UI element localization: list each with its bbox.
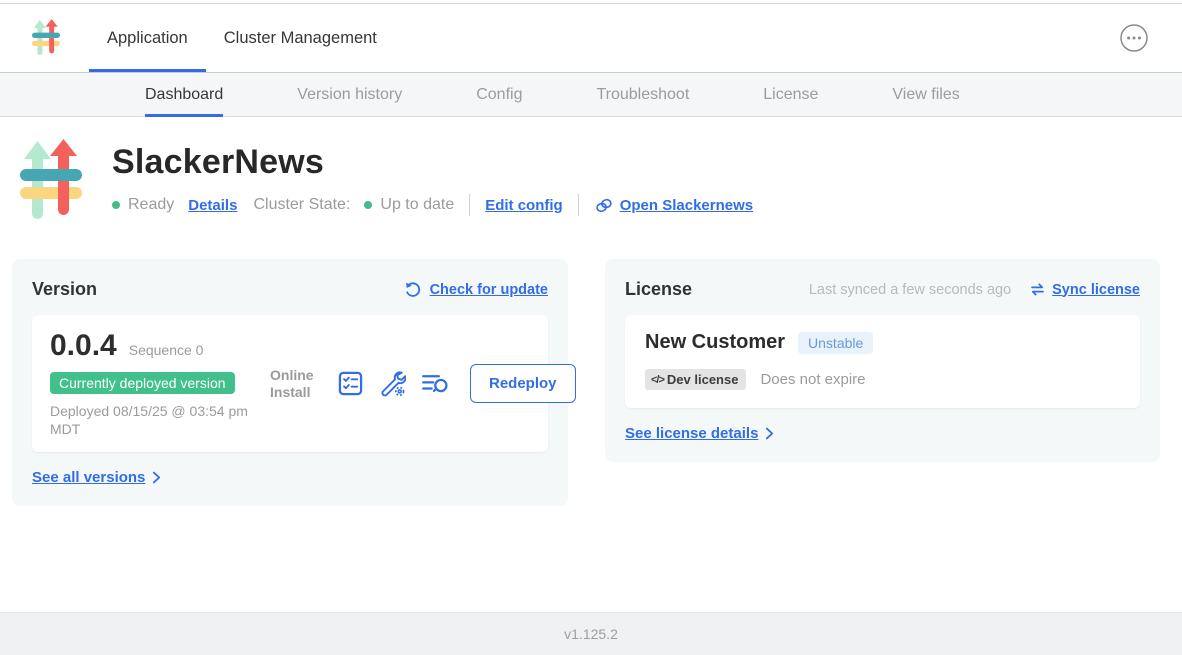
preflight-checks-button[interactable] xyxy=(337,370,364,397)
cluster-state-label: Cluster State: xyxy=(253,196,350,214)
deployed-status-badge: Currently deployed version xyxy=(50,372,235,394)
tab-application[interactable]: Application xyxy=(89,4,206,72)
license-type-badge: </> Dev license xyxy=(645,369,746,390)
license-details-panel: New Customer Unstable </> Dev license Do… xyxy=(625,315,1140,408)
subnav-item-config[interactable]: Config xyxy=(476,73,522,116)
nav-logo[interactable] xyxy=(32,4,60,72)
sync-license-link[interactable]: Sync license xyxy=(1029,281,1140,298)
admin-console-screen: Application Cluster Management Dashboard… xyxy=(0,0,1182,655)
license-type-label: Dev license xyxy=(667,372,739,387)
subnav-item-version-history[interactable]: Version history xyxy=(297,73,402,116)
divider xyxy=(578,194,579,216)
chevron-right-icon xyxy=(765,427,774,440)
tab-cluster-management[interactable]: Cluster Management xyxy=(206,4,395,72)
see-all-versions-label: See all versions xyxy=(32,469,145,486)
customer-name: New Customer xyxy=(645,331,785,354)
subnav-item-dashboard[interactable]: Dashboard xyxy=(145,73,223,116)
see-all-versions-link[interactable]: See all versions xyxy=(32,469,548,486)
redeploy-button[interactable]: Redeploy xyxy=(470,364,576,403)
config-wrench-icon xyxy=(379,370,406,397)
subnav-dashboard-label: Dashboard xyxy=(145,86,223,104)
slackernews-logo-icon xyxy=(32,19,60,57)
install-type-label: Online Install xyxy=(270,367,322,401)
chevron-right-icon xyxy=(152,471,161,484)
page-title: SlackerNews xyxy=(112,143,753,182)
license-card: License Last synced a few seconds ago Sy… xyxy=(605,259,1160,462)
tab-cluster-management-label: Cluster Management xyxy=(224,29,377,48)
subnav-troubleshoot-label: Troubleshoot xyxy=(596,86,689,104)
divider xyxy=(469,194,470,216)
edit-config-button[interactable] xyxy=(379,370,406,397)
tab-application-label: Application xyxy=(107,29,188,48)
channel-badge: Unstable xyxy=(798,332,873,354)
top-nav: Application Cluster Management xyxy=(0,4,1182,72)
app-status-row: Ready Details Cluster State: Up to date … xyxy=(112,194,753,216)
edit-config-link[interactable]: Edit config xyxy=(485,197,563,214)
license-expiry-text: Does not expire xyxy=(760,371,865,388)
license-card-title: License xyxy=(625,279,692,300)
console-footer: v1.125.2 xyxy=(0,612,1182,655)
sub-nav-items: Dashboard Version history Config Trouble… xyxy=(145,73,1182,116)
last-synced-text: Last synced a few seconds ago xyxy=(809,282,1011,298)
app-sub-nav: Dashboard Version history Config Trouble… xyxy=(0,72,1182,117)
deployed-timestamp: Deployed 08/15/25 @ 03:54 pm MDT xyxy=(50,403,270,438)
subnav-item-license[interactable]: License xyxy=(763,73,818,116)
more-menu-button[interactable] xyxy=(1119,23,1149,53)
version-card: Version Check for update xyxy=(12,259,568,506)
view-logs-button[interactable] xyxy=(421,371,450,396)
app-status-text: Ready xyxy=(128,196,174,214)
status-details-link[interactable]: Details xyxy=(188,197,237,214)
console-version-text: v1.125.2 xyxy=(564,626,618,642)
subnav-config-label: Config xyxy=(476,86,522,104)
subnav-item-troubleshoot[interactable]: Troubleshoot xyxy=(596,73,689,116)
code-icon: </> xyxy=(651,374,664,386)
ellipsis-icon xyxy=(1119,23,1149,53)
preflight-checklist-icon xyxy=(337,370,364,397)
check-for-update-label: Check for update xyxy=(430,282,548,298)
sequence-label: Sequence 0 xyxy=(129,342,204,358)
subnav-version-history-label: Version history xyxy=(297,86,402,104)
subnav-view-files-label: View files xyxy=(892,86,959,104)
cluster-state-text: Up to date xyxy=(380,196,454,214)
refresh-icon xyxy=(404,281,422,299)
open-app-link[interactable]: Open Slackernews xyxy=(594,197,753,214)
sync-icon xyxy=(1029,281,1046,298)
slackernews-app-logo-icon xyxy=(20,139,82,223)
version-number: 0.0.4 xyxy=(50,329,117,363)
app-status-dot xyxy=(112,201,120,209)
dashboard-cards: Version Check for update xyxy=(12,259,1182,506)
cluster-status-dot xyxy=(364,201,372,209)
top-nav-tabs: Application Cluster Management xyxy=(89,4,395,72)
logs-search-icon xyxy=(421,371,450,396)
version-card-title: Version xyxy=(32,279,97,300)
current-version-panel: 0.0.4 Sequence 0 Currently deployed vers… xyxy=(32,315,548,452)
sync-license-label: Sync license xyxy=(1052,282,1140,298)
subnav-item-view-files[interactable]: View files xyxy=(892,73,959,116)
subnav-license-label: License xyxy=(763,86,818,104)
check-for-update-link[interactable]: Check for update xyxy=(404,281,548,299)
app-header: SlackerNews Ready Details Cluster State:… xyxy=(20,139,1182,223)
see-license-details-link[interactable]: See license details xyxy=(625,425,1140,442)
dashboard-content: SlackerNews Ready Details Cluster State:… xyxy=(0,118,1182,506)
see-license-details-label: See license details xyxy=(625,425,758,442)
link-icon xyxy=(594,198,614,213)
open-app-label: Open Slackernews xyxy=(620,197,753,214)
